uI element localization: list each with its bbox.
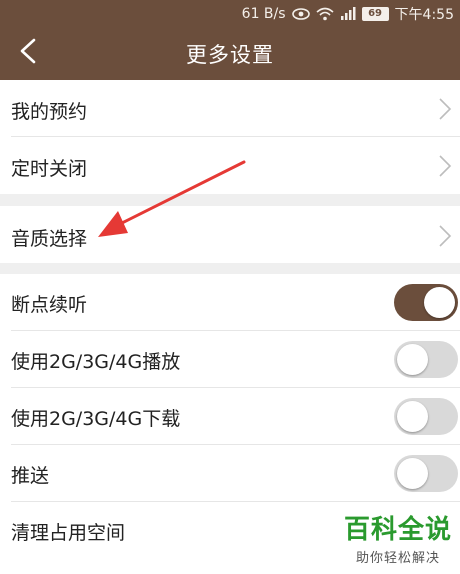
settings-item-label: 使用2G/3G/4G播放: [11, 351, 181, 373]
status-indicators: 61 B/s 69 下午4:55: [242, 4, 454, 24]
chevron-right-icon: [438, 97, 452, 125]
mobile-data-download-toggle[interactable]: [394, 398, 458, 435]
status-bar: 61 B/s 69 下午4:55: [0, 0, 460, 27]
settings-item-label: 音质选择: [11, 228, 88, 250]
page-title: 更多设置: [186, 43, 274, 67]
settings-item-sleep-timer[interactable]: 定时关闭: [0, 137, 460, 194]
settings-item-audio-quality[interactable]: 音质选择: [0, 206, 460, 263]
chevron-right-icon: [438, 224, 452, 252]
toggle-knob: [397, 401, 428, 432]
settings-group-2: 音质选择: [0, 206, 460, 263]
settings-group-3: 断点续听 使用2G/3G/4G播放 使用2G/3G/4G下载 推送 清理占用空间: [0, 274, 460, 559]
settings-screen: 61 B/s 69 下午4:55 更多设置 我的预约 定时关闭 音质选择 断点续…: [0, 0, 460, 574]
settings-group-1: 我的预约 定时关闭: [0, 80, 460, 194]
settings-item-label: 断点续听: [11, 294, 88, 316]
wifi-icon: [316, 7, 334, 21]
mobile-data-play-toggle[interactable]: [394, 341, 458, 378]
settings-item-label: 我的预约: [11, 101, 88, 123]
resume-playback-toggle[interactable]: [394, 284, 458, 321]
toggle-knob: [397, 458, 428, 489]
section-gap: [0, 194, 460, 206]
eye-icon: [291, 8, 310, 20]
clock: 下午4:55: [394, 7, 454, 23]
settings-item-mobile-data-download[interactable]: 使用2G/3G/4G下载: [0, 388, 460, 445]
settings-item-label: 定时关闭: [11, 158, 88, 180]
settings-item-push[interactable]: 推送: [0, 445, 460, 502]
settings-item-mobile-data-play[interactable]: 使用2G/3G/4G播放: [0, 331, 460, 388]
settings-item-my-reservations[interactable]: 我的预约: [0, 80, 460, 137]
section-gap: [0, 263, 460, 274]
settings-item-label: 使用2G/3G/4G下载: [11, 408, 181, 430]
title-bar: 更多设置: [0, 27, 460, 80]
settings-item-clear-storage[interactable]: 清理占用空间: [0, 502, 460, 559]
push-toggle[interactable]: [394, 455, 458, 492]
battery-icon: 69: [361, 7, 389, 21]
chevron-right-icon: [438, 154, 452, 182]
settings-item-label: 清理占用空间: [11, 522, 126, 544]
settings-item-label: 推送: [11, 465, 50, 487]
cell-signal-icon: [340, 7, 356, 21]
net-speed: 61 B/s: [241, 6, 286, 22]
toggle-knob: [424, 287, 455, 318]
settings-item-resume-playback[interactable]: 断点续听: [0, 274, 460, 331]
toggle-knob: [397, 344, 428, 375]
